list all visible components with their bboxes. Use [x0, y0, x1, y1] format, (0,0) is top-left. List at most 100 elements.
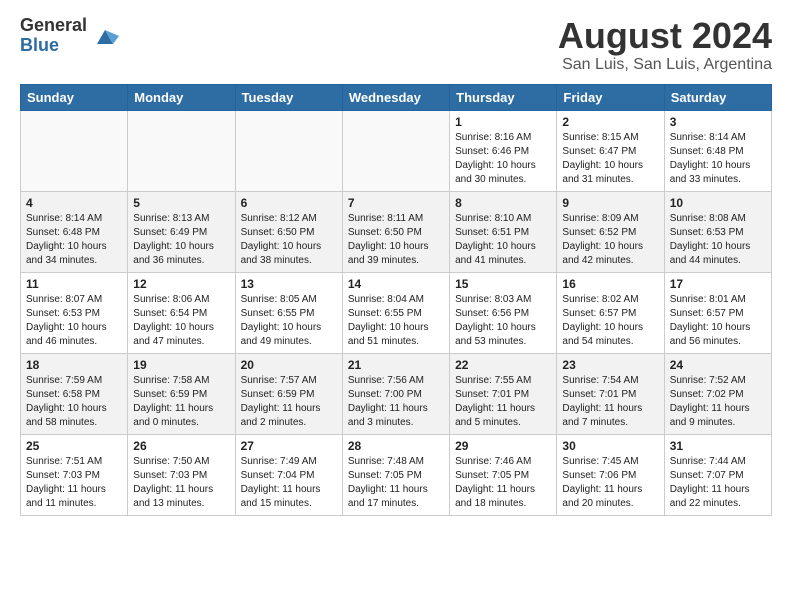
- day-info: Sunrise: 7:46 AMSunset: 7:05 PMDaylight:…: [455, 455, 551, 511]
- day-info: Sunrise: 8:01 AMSunset: 6:57 PMDaylight:…: [670, 293, 766, 349]
- calendar-day: 26 Sunrise: 7:50 AMSunset: 7:03 PMDayligh…: [128, 434, 235, 515]
- calendar-week-row: 18 Sunrise: 7:59 AMSunset: 6:58 PMDayligh…: [21, 353, 772, 434]
- day-number: 8: [455, 196, 551, 210]
- calendar-day: [235, 110, 342, 191]
- day-number: 20: [241, 358, 337, 372]
- day-info: Sunrise: 7:59 AMSunset: 6:58 PMDaylight:…: [26, 374, 122, 430]
- day-number: 6: [241, 196, 337, 210]
- day-number: 15: [455, 277, 551, 291]
- calendar-day: 31 Sunrise: 7:44 AMSunset: 7:07 PMDayligh…: [664, 434, 771, 515]
- day-number: 25: [26, 439, 122, 453]
- title-month: August 2024: [558, 16, 772, 56]
- calendar-header-monday: Monday: [128, 84, 235, 110]
- calendar-week-row: 4 Sunrise: 8:14 AMSunset: 6:48 PMDaylight…: [21, 191, 772, 272]
- day-number: 26: [133, 439, 229, 453]
- calendar-day: 12 Sunrise: 8:06 AMSunset: 6:54 PMDayligh…: [128, 272, 235, 353]
- day-number: 11: [26, 277, 122, 291]
- calendar-day: 15 Sunrise: 8:03 AMSunset: 6:56 PMDayligh…: [450, 272, 557, 353]
- calendar-header-row: SundayMondayTuesdayWednesdayThursdayFrid…: [21, 84, 772, 110]
- calendar-header-saturday: Saturday: [664, 84, 771, 110]
- day-info: Sunrise: 7:51 AMSunset: 7:03 PMDaylight:…: [26, 455, 122, 511]
- day-number: 12: [133, 277, 229, 291]
- title-block: August 2024 San Luis, San Luis, Argentin…: [558, 16, 772, 74]
- calendar-header-friday: Friday: [557, 84, 664, 110]
- day-number: 24: [670, 358, 766, 372]
- day-number: 4: [26, 196, 122, 210]
- day-info: Sunrise: 7:54 AMSunset: 7:01 PMDaylight:…: [562, 374, 658, 430]
- day-info: Sunrise: 7:58 AMSunset: 6:59 PMDaylight:…: [133, 374, 229, 430]
- day-info: Sunrise: 8:16 AMSunset: 6:46 PMDaylight:…: [455, 131, 551, 187]
- calendar-header-tuesday: Tuesday: [235, 84, 342, 110]
- calendar-day: 9 Sunrise: 8:09 AMSunset: 6:52 PMDaylight…: [557, 191, 664, 272]
- calendar-day: [128, 110, 235, 191]
- calendar-header-thursday: Thursday: [450, 84, 557, 110]
- day-number: 28: [348, 439, 444, 453]
- calendar-day: 18 Sunrise: 7:59 AMSunset: 6:58 PMDayligh…: [21, 353, 128, 434]
- day-info: Sunrise: 8:13 AMSunset: 6:49 PMDaylight:…: [133, 212, 229, 268]
- day-info: Sunrise: 8:04 AMSunset: 6:55 PMDaylight:…: [348, 293, 444, 349]
- day-info: Sunrise: 7:57 AMSunset: 6:59 PMDaylight:…: [241, 374, 337, 430]
- day-number: 13: [241, 277, 337, 291]
- day-number: 2: [562, 115, 658, 129]
- day-number: 10: [670, 196, 766, 210]
- logo: General Blue: [20, 16, 119, 56]
- day-number: 29: [455, 439, 551, 453]
- calendar-day: 4 Sunrise: 8:14 AMSunset: 6:48 PMDaylight…: [21, 191, 128, 272]
- calendar-day: 28 Sunrise: 7:48 AMSunset: 7:05 PMDayligh…: [342, 434, 449, 515]
- day-number: 14: [348, 277, 444, 291]
- calendar-table: SundayMondayTuesdayWednesdayThursdayFrid…: [20, 84, 772, 516]
- day-info: Sunrise: 7:44 AMSunset: 7:07 PMDaylight:…: [670, 455, 766, 511]
- day-info: Sunrise: 8:11 AMSunset: 6:50 PMDaylight:…: [348, 212, 444, 268]
- logo-general-text: General: [20, 16, 87, 36]
- day-number: 9: [562, 196, 658, 210]
- day-info: Sunrise: 8:14 AMSunset: 6:48 PMDaylight:…: [26, 212, 122, 268]
- day-info: Sunrise: 7:56 AMSunset: 7:00 PMDaylight:…: [348, 374, 444, 430]
- calendar-week-row: 1 Sunrise: 8:16 AMSunset: 6:46 PMDaylight…: [21, 110, 772, 191]
- logo-icon: [91, 22, 119, 50]
- calendar-day: 24 Sunrise: 7:52 AMSunset: 7:02 PMDayligh…: [664, 353, 771, 434]
- calendar-header-sunday: Sunday: [21, 84, 128, 110]
- calendar-day: 14 Sunrise: 8:04 AMSunset: 6:55 PMDayligh…: [342, 272, 449, 353]
- day-info: Sunrise: 8:10 AMSunset: 6:51 PMDaylight:…: [455, 212, 551, 268]
- title-location: San Luis, San Luis, Argentina: [558, 56, 772, 74]
- calendar-day: 19 Sunrise: 7:58 AMSunset: 6:59 PMDayligh…: [128, 353, 235, 434]
- calendar-week-row: 25 Sunrise: 7:51 AMSunset: 7:03 PMDayligh…: [21, 434, 772, 515]
- day-info: Sunrise: 7:48 AMSunset: 7:05 PMDaylight:…: [348, 455, 444, 511]
- calendar-day: 2 Sunrise: 8:15 AMSunset: 6:47 PMDaylight…: [557, 110, 664, 191]
- day-number: 5: [133, 196, 229, 210]
- day-info: Sunrise: 8:05 AMSunset: 6:55 PMDaylight:…: [241, 293, 337, 349]
- day-number: 7: [348, 196, 444, 210]
- calendar-day: 25 Sunrise: 7:51 AMSunset: 7:03 PMDayligh…: [21, 434, 128, 515]
- day-info: Sunrise: 8:08 AMSunset: 6:53 PMDaylight:…: [670, 212, 766, 268]
- day-number: 3: [670, 115, 766, 129]
- day-info: Sunrise: 7:52 AMSunset: 7:02 PMDaylight:…: [670, 374, 766, 430]
- day-number: 31: [670, 439, 766, 453]
- day-info: Sunrise: 8:06 AMSunset: 6:54 PMDaylight:…: [133, 293, 229, 349]
- day-info: Sunrise: 8:07 AMSunset: 6:53 PMDaylight:…: [26, 293, 122, 349]
- page: General Blue August 2024 San Luis, San L…: [0, 0, 792, 532]
- day-info: Sunrise: 7:50 AMSunset: 7:03 PMDaylight:…: [133, 455, 229, 511]
- day-info: Sunrise: 8:15 AMSunset: 6:47 PMDaylight:…: [562, 131, 658, 187]
- logo-blue-text: Blue: [20, 36, 87, 56]
- calendar-day: 5 Sunrise: 8:13 AMSunset: 6:49 PMDaylight…: [128, 191, 235, 272]
- calendar-day: 21Sunrise: 7:56 AMSunset: 7:00 PMDayligh…: [342, 353, 449, 434]
- calendar-day: 6Sunrise: 8:12 AMSunset: 6:50 PMDaylight…: [235, 191, 342, 272]
- day-info: Sunrise: 8:09 AMSunset: 6:52 PMDaylight:…: [562, 212, 658, 268]
- day-info: Sunrise: 8:03 AMSunset: 6:56 PMDaylight:…: [455, 293, 551, 349]
- calendar-day: 23 Sunrise: 7:54 AMSunset: 7:01 PMDayligh…: [557, 353, 664, 434]
- day-info: Sunrise: 8:14 AMSunset: 6:48 PMDaylight:…: [670, 131, 766, 187]
- day-number: 19: [133, 358, 229, 372]
- day-info: Sunrise: 7:49 AMSunset: 7:04 PMDaylight:…: [241, 455, 337, 511]
- day-number: 18: [26, 358, 122, 372]
- calendar-day: 27 Sunrise: 7:49 AMSunset: 7:04 PMDayligh…: [235, 434, 342, 515]
- day-number: 23: [562, 358, 658, 372]
- calendar-day: 3 Sunrise: 8:14 AMSunset: 6:48 PMDaylight…: [664, 110, 771, 191]
- calendar-day: 8 Sunrise: 8:10 AMSunset: 6:51 PMDaylight…: [450, 191, 557, 272]
- day-info: Sunrise: 8:02 AMSunset: 6:57 PMDaylight:…: [562, 293, 658, 349]
- calendar-day: 16Sunrise: 8:02 AMSunset: 6:57 PMDayligh…: [557, 272, 664, 353]
- day-number: 27: [241, 439, 337, 453]
- calendar-day: 22Sunrise: 7:55 AMSunset: 7:01 PMDayligh…: [450, 353, 557, 434]
- day-number: 1: [455, 115, 551, 129]
- day-number: 30: [562, 439, 658, 453]
- calendar-header-wednesday: Wednesday: [342, 84, 449, 110]
